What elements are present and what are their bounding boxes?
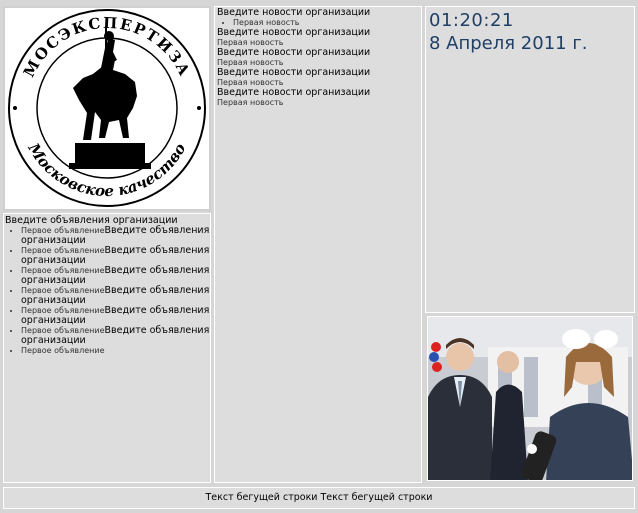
video-player[interactable] [427, 316, 633, 481]
news-panel: Введите новости организации Первая новос… [214, 6, 422, 483]
news-heading: Введите новости организации [217, 87, 371, 98]
news-heading: Введите новости организации [217, 67, 371, 78]
ads-list: Введите объявления организации Первое об… [5, 216, 210, 356]
ad-item: Первое объявлениеВведите объявления орга… [21, 246, 210, 266]
ad-small-text: Первое объявление [21, 326, 105, 335]
video-frame-image [428, 317, 632, 480]
clock-date: 8 Апреля 2011 г. [429, 33, 588, 54]
ad-small-text: Первое объявление [21, 346, 105, 355]
ad-item: Первое объявлениеВведите объявления орга… [21, 286, 210, 306]
news-list: Введите новости организации Первая новос… [217, 8, 417, 108]
ad-item: Первое объявление [21, 346, 210, 356]
ad-small-text: Первое объявление [21, 306, 105, 315]
mosekspertiza-logo-image: МОСЭКСПЕРТИЗА Московское качество [8, 9, 206, 207]
news-heading: Введите новости организации [217, 47, 371, 58]
news-item: Введите новости организации Первая новос… [217, 48, 417, 68]
news-item: Введите новости организации Первая новос… [217, 28, 417, 48]
clock-panel: 01:20:21 8 Апреля 2011 г. [425, 6, 635, 313]
ad-item: Первое объявлениеВведите объявления орга… [21, 306, 210, 326]
logo-panel: МОСЭКСПЕРТИЗА Московское качество [3, 6, 211, 211]
ad-item: Первое объявлениеВведите объявления орга… [21, 326, 210, 346]
news-item: Введите новости организации Первая новос… [217, 68, 417, 88]
news-heading: Введите новости организации [217, 7, 371, 18]
news-item: Введите новости организации Первая новос… [217, 8, 417, 28]
ad-small-text: Первое объявление [21, 246, 105, 255]
ticker-bar: Текст бегущей строки Текст бегущей строк… [3, 487, 635, 509]
ad-small-text: Первое объявление [21, 266, 105, 275]
news-item: Введите новости организации Первая новос… [217, 88, 417, 108]
news-text: Первая новость [217, 98, 284, 107]
ads-panel: Введите объявления организации Первое об… [3, 213, 211, 483]
ad-item: Первое объявлениеВведите объявления орга… [21, 266, 210, 286]
ticker-text: Текст бегущей строки Текст бегущей строк… [205, 492, 433, 503]
ad-small-text: Первое объявление [21, 286, 105, 295]
clock-time: 01:20:21 [429, 10, 514, 31]
news-heading: Введите новости организации [217, 27, 371, 38]
ad-small-text: Первое объявление [21, 226, 105, 235]
ad-item: Первое объявлениеВведите объявления орга… [21, 226, 210, 246]
